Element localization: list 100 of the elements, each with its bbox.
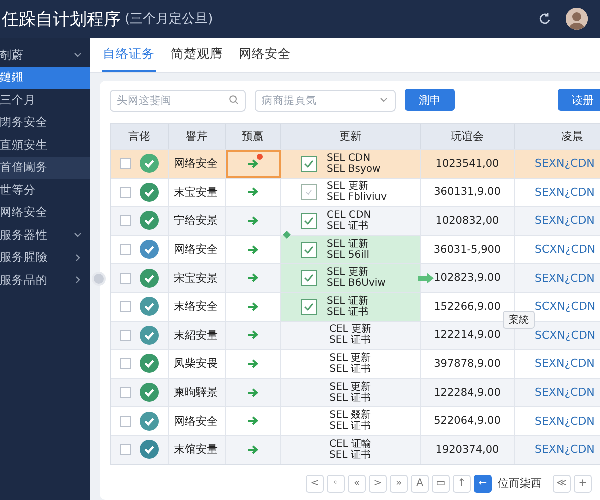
pager-button[interactable]: ←: [474, 474, 492, 493]
update-text: SEL 叕新 SEL 证书: [330, 410, 372, 432]
update-checkbox[interactable]: [301, 298, 317, 315]
row-checkbox[interactable]: [120, 416, 131, 427]
update-checkbox[interactable]: [301, 212, 317, 229]
row-checkbox[interactable]: [120, 215, 131, 226]
table-row[interactable]: 宁给安景 CEL CDN SEL 证书 1020832,00 SEXN¿CDN: [111, 206, 600, 235]
row-checkbox[interactable]: [120, 301, 131, 312]
table-cell: 522064,9.00: [434, 415, 501, 428]
table-cell: 末紹安量: [169, 322, 226, 350]
update-text: SEL 更新 SEL B6Uviw: [327, 267, 386, 290]
sidebar-item[interactable]: 剞蔚: [0, 44, 90, 66]
table-cell: 122214,9.00: [434, 329, 501, 342]
update-checkbox[interactable]: [301, 184, 317, 200]
sidebar-item[interactable]: 网络安全: [0, 202, 90, 224]
pager-button[interactable]: «: [348, 474, 366, 493]
pager-button[interactable]: ▭: [432, 474, 450, 493]
table-row[interactable]: 末馆安量 CEL 证輸 SEL 证书 1920374,00 SEXN¿CDN: [111, 434, 600, 464]
link[interactable]: SEXN¿CDN: [535, 272, 595, 285]
update-checkbox[interactable]: [301, 242, 317, 258]
dropdown-field[interactable]: 病商提頁気: [255, 90, 396, 112]
tab[interactable]: 网络安全: [238, 38, 292, 72]
table-cell: 102823,9.00: [434, 272, 501, 284]
table-cell: 1020832,00: [436, 214, 500, 227]
tab[interactable]: 简楚观膺: [170, 38, 224, 72]
sidebar-item[interactable]: 世等分: [0, 179, 90, 202]
action-button[interactable]: 測申: [405, 89, 455, 111]
diamond-icon: [283, 231, 291, 239]
link[interactable]: SEXN¿CDN: [535, 357, 595, 370]
table-row[interactable]: 网络安全 SEL CDN SEL Bsyow 1023541,00 SEXN¿CDN: [111, 149, 600, 178]
row-checkbox[interactable]: [120, 358, 131, 370]
sidebar-item[interactable]: 服务腥險: [0, 246, 90, 269]
arrow-right-icon: [247, 158, 259, 169]
pager-button[interactable]: <: [306, 474, 324, 493]
update-text: SEL CDN SEL Bsyow: [327, 152, 381, 175]
table-row[interactable]: 柬昫驛景 SEL 更新 SEL 证书 122284,9.00 SEXN¿CDN: [111, 378, 600, 406]
table-cell: 网络安全: [169, 150, 226, 178]
update-text: CEL 更新 SEL 证书: [329, 324, 372, 346]
search-field[interactable]: 头网这斐闽: [110, 90, 246, 112]
row-checkbox[interactable]: [120, 244, 131, 256]
table-cell: 宋宝安景: [169, 264, 226, 292]
sidebar-item[interactable]: 鏈鎺: [0, 66, 90, 89]
link[interactable]: SEXN¿CDN: [535, 414, 595, 428]
sidebar-item[interactable]: 閉务安全: [0, 112, 90, 134]
sidebar-item[interactable]: 首偣闖务: [0, 156, 90, 179]
link[interactable]: SEXN¿CDN: [535, 386, 595, 400]
update-text: SEL 更新 SEL Fbliviuv: [327, 181, 388, 204]
row-checkbox[interactable]: [120, 444, 131, 456]
pager-button[interactable]: »: [390, 474, 408, 493]
app-subtitle: (三个月定公旦): [125, 11, 214, 28]
chevron-right-icon: [74, 254, 82, 262]
sidebar-item[interactable]: 服务器性: [0, 224, 90, 246]
link[interactable]: SCXN¿CDN: [535, 300, 596, 314]
row-checkbox[interactable]: [120, 330, 131, 341]
refresh-icon[interactable]: [538, 12, 552, 26]
chevron-right-icon: [74, 276, 82, 284]
pager-button[interactable]: ◦: [327, 474, 345, 493]
table-cell: 122284,9.00: [434, 386, 501, 399]
tab[interactable]: 自络证务: [102, 38, 156, 72]
action-button[interactable]: 读册: [558, 89, 600, 111]
sidebar-item[interactable]: 服务品的: [0, 269, 90, 292]
link[interactable]: SCXN¿CDN: [535, 328, 596, 342]
table-cell: 1023541,00: [436, 158, 500, 170]
arrow-right-icon: [247, 216, 259, 226]
link[interactable]: SEXN¿CDN: [535, 186, 595, 199]
arrow-right-icon: [247, 302, 259, 312]
row-checkbox[interactable]: [120, 387, 131, 398]
table-row[interactable]: 网络安全 SEL 证新 SEL 56ill 36031-5,900 SCXN¿CDN: [111, 234, 600, 264]
update-checkbox[interactable]: [301, 156, 317, 172]
table-cell: 1920374,00: [436, 444, 500, 456]
pager-button[interactable]: A: [411, 474, 429, 493]
row-checkbox[interactable]: [120, 186, 131, 198]
table-cell: 360131,9.00: [434, 186, 501, 198]
table-row[interactable]: 宋宝安景 SEL 更新 SEL B6Uviw 102823,9.00 SEXN¿CDN: [111, 263, 600, 292]
row-checkbox[interactable]: [120, 272, 131, 284]
pager-button[interactable]: >: [369, 474, 387, 493]
update-checkbox[interactable]: [301, 270, 317, 286]
pager-button[interactable]: ≪: [553, 474, 571, 493]
tooltip: 案統: [503, 310, 535, 329]
avatar[interactable]: [566, 8, 588, 30]
arrow-right-icon: [247, 358, 259, 369]
link[interactable]: SCXN¿CDN: [535, 243, 596, 256]
sidebar-item[interactable]: 直頒安生: [0, 134, 90, 156]
update-text: SEL 证新 SEL 56ill: [327, 238, 370, 261]
chevron-down-icon: [74, 231, 82, 240]
arrow-right-icon: [247, 187, 259, 198]
table-cell: 397878,9.00: [434, 358, 501, 370]
collapse-handle[interactable]: [92, 272, 106, 286]
table-cell: 宁给安景: [169, 207, 226, 235]
arrow-right-icon: [247, 416, 259, 426]
link[interactable]: SEXN¿CDN: [535, 157, 595, 170]
link[interactable]: SEXN¿CDN: [535, 443, 595, 456]
link[interactable]: SEXN¿CDN: [535, 214, 595, 228]
sidebar-item[interactable]: 三个月: [0, 89, 90, 112]
update-text: SEL 证新 SEL 证书: [327, 296, 368, 318]
pager-button[interactable]: ↑: [453, 474, 471, 493]
table-cell: 152266,9.00: [434, 300, 501, 313]
table-cell: 36031-5,900: [434, 244, 502, 256]
pager-button[interactable]: +: [574, 474, 592, 493]
row-checkbox[interactable]: [120, 158, 131, 170]
